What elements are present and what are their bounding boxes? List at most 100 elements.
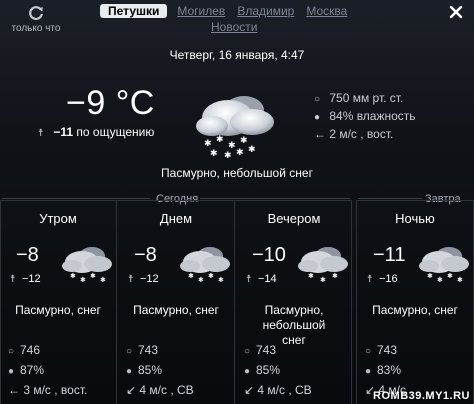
svg-text:✱: ✱	[332, 272, 338, 280]
current-datetime: Четверг, 16 января, 4:47	[169, 48, 305, 62]
person-icon: ☨	[246, 274, 252, 285]
period-title: Днем	[159, 211, 193, 226]
period-feels: ☨ −16	[367, 273, 398, 285]
barometer-icon: ○	[365, 346, 372, 357]
period-pressure-value: 746	[20, 343, 41, 357]
svg-text:✱: ✱	[447, 272, 453, 280]
period-feels-value: −12	[22, 273, 41, 285]
period-night: Ночью −11 ☨ −16 ✱ ✱ ✱ ✱ Пасмурно, снег ○ 743 …	[357, 200, 473, 404]
humidity-value: 84% влажность	[329, 109, 416, 123]
period-feels-value: −14	[258, 273, 277, 285]
divider	[358, 198, 422, 199]
svg-text:✱: ✱	[198, 276, 204, 284]
divider	[234, 200, 235, 404]
svg-text:✱: ✱	[216, 135, 224, 145]
current-details: ○ 750 мм рт. ст. ● 84% влажность ← 2 м/с…	[314, 90, 416, 143]
cloud-snow-icon: ✱ ✱✱ ✱✱ ✱ ✱ ✱	[196, 96, 274, 160]
tab-mogilev[interactable]: Могилев	[177, 4, 225, 18]
period-evening: Вечером −10 ☨ −14 ✱ ✱ ✱ Пасмурно, небольшой…	[236, 200, 352, 404]
droplet-icon: ●	[126, 366, 133, 377]
svg-text:✱: ✱	[427, 272, 433, 280]
period-wind: ↙ 4 м/с , СВ	[244, 383, 312, 397]
close-icon[interactable]	[448, 4, 464, 20]
cloud-snow-icon: ✱ ✱ ✱	[298, 247, 348, 284]
period-pressure: ○ 746	[8, 343, 40, 357]
cloud-snow-icon: ✱ ✱ ✱ ✱	[62, 247, 112, 284]
barometer-icon: ○	[8, 346, 15, 357]
refresh-icon	[29, 6, 43, 20]
wind-row: ← 2 м/с , вост.	[314, 126, 416, 143]
period-title: Утром	[39, 211, 77, 226]
period-title: Ночью	[395, 211, 435, 226]
cloud-snow-icon: ✱ ✱ ✱ ✱	[419, 247, 469, 284]
period-humidity-value: 87%	[20, 363, 45, 377]
period-feels: ☨ −12	[128, 273, 159, 285]
tab-vladimir[interactable]: Владимир	[237, 4, 294, 18]
svg-text:✱: ✱	[210, 149, 218, 159]
period-pressure-value: 743	[138, 343, 159, 357]
person-icon: ☨	[128, 274, 134, 285]
person-icon: ☨	[367, 274, 373, 285]
droplet-icon: ●	[8, 366, 15, 377]
period-humidity: ● 87%	[8, 363, 44, 377]
pressure-row: ○ 750 мм рт. ст.	[314, 90, 416, 108]
svg-text:✱: ✱	[457, 276, 463, 284]
wind-value: ← 2 м/с , вост.	[314, 127, 394, 141]
period-humidity-value: 83%	[377, 363, 402, 377]
current-description: Пасмурно, небольшой снег	[161, 166, 313, 180]
barometer-icon: ○	[126, 346, 133, 357]
pressure-value: 750 мм рт. ст.	[329, 91, 404, 105]
feels-like-label: по ощущению	[76, 125, 155, 139]
svg-text:✱: ✱	[228, 141, 236, 151]
period-feels-value: −16	[379, 273, 398, 285]
location-tabs: Петушки Могилев Владимир Москва Новости	[100, 4, 380, 34]
tab-news[interactable]: Новости	[211, 20, 368, 34]
divider	[200, 198, 350, 199]
svg-text:✱: ✱	[70, 272, 76, 280]
period-humidity-value: 85%	[256, 363, 281, 377]
svg-text:✱: ✱	[248, 145, 256, 155]
period-temp: −10	[252, 244, 286, 266]
period-description: Пасмурно, снег	[15, 303, 101, 317]
svg-text:✱: ✱	[224, 151, 232, 160]
period-day: Днем −8 ☨ −12 ✱ ✱ ✱ ✱ Пасмурно, снег ○ 743 ● 8…	[118, 200, 234, 404]
barometer-icon: ○	[244, 346, 251, 357]
watermark: ROMB39.MY1.RU	[373, 390, 470, 402]
period-wind: ↙ 4 м/с , СВ	[126, 383, 194, 397]
droplet-icon: ●	[365, 366, 372, 377]
tab-petushki[interactable]: Петушки	[100, 4, 168, 18]
humidity-row: ● 84% влажность	[314, 108, 416, 126]
period-temp: −8	[16, 244, 39, 266]
divider	[2, 198, 150, 199]
feels-like-value: −11	[53, 125, 74, 139]
svg-text:✱: ✱	[236, 148, 244, 158]
period-temp: −11	[373, 244, 406, 266]
current-temperature: −9 °C	[66, 84, 155, 122]
period-feels-value: −12	[140, 273, 159, 285]
svg-text:✱: ✱	[208, 272, 214, 280]
period-description: Пасмурно, снег	[133, 303, 219, 317]
svg-text:✱: ✱	[90, 272, 96, 280]
svg-text:✱: ✱	[308, 272, 314, 280]
period-feels: ☨ −12	[10, 273, 41, 285]
svg-text:✱: ✱	[240, 136, 248, 146]
period-wind: ← 3 м/с , вост.	[8, 383, 88, 397]
period-pressure: ○ 743	[365, 343, 397, 357]
refresh-button[interactable]: только что	[8, 4, 64, 34]
svg-text:✱: ✱	[218, 276, 224, 284]
svg-text:✱: ✱	[100, 276, 106, 284]
period-humidity: ● 85%	[244, 363, 280, 377]
period-pressure: ○ 743	[244, 343, 276, 357]
period-humidity: ● 85%	[126, 363, 162, 377]
period-title: Вечером	[267, 211, 321, 226]
period-pressure-value: 743	[377, 343, 398, 357]
period-temp: −8	[134, 244, 157, 266]
period-pressure: ○ 743	[126, 343, 158, 357]
period-humidity: ● 83%	[365, 363, 401, 377]
barometer-icon: ○	[314, 94, 321, 105]
droplet-icon: ●	[314, 112, 321, 123]
tab-moskva[interactable]: Москва	[306, 4, 347, 18]
refresh-label: только что	[11, 23, 61, 34]
period-feels: ☨ −14	[246, 273, 277, 285]
person-icon: ☨	[10, 274, 16, 285]
